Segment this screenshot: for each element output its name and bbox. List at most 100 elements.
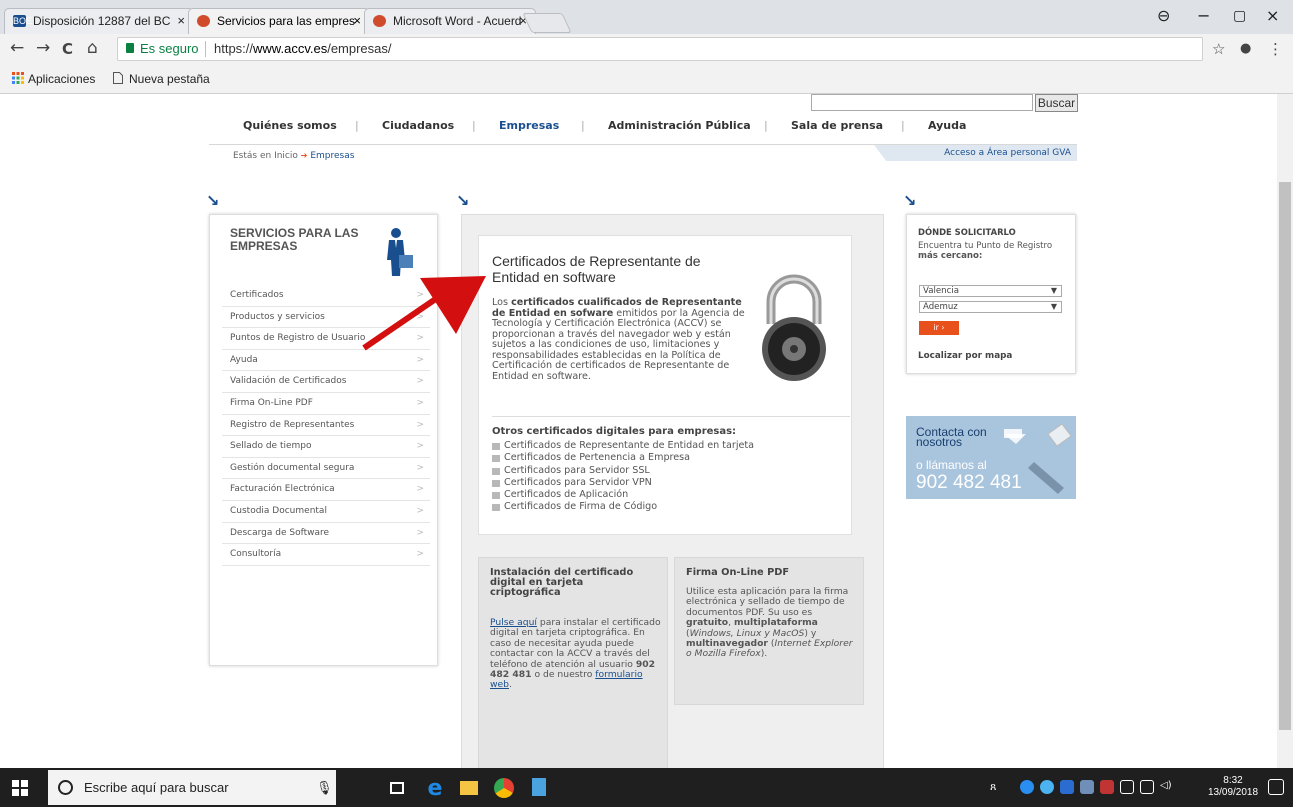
tab-close-icon[interactable]: ×	[177, 9, 185, 33]
sidebar-item-label: Puntos de Registro de Usuario	[230, 333, 366, 344]
contact-banner[interactable]: Contacta con nosotros o llámanos al 902 4…	[906, 416, 1076, 499]
accv-favicon-icon	[197, 15, 210, 27]
scrollbar-thumb[interactable]	[1279, 182, 1291, 730]
pulse-aqui-link[interactable]: Pulse aquí	[490, 617, 537, 628]
minimize-icon[interactable]: −	[1197, 6, 1210, 25]
accv-favicon-icon	[373, 15, 386, 27]
site-search-input[interactable]	[811, 94, 1033, 111]
new-tab-button[interactable]	[522, 13, 572, 33]
people-icon[interactable]: ጸ	[990, 780, 1004, 794]
gva-personal-area-link[interactable]: Acceso a Área personal GVA	[874, 145, 1077, 161]
page-title: Certificados de Representante de Entidad …	[492, 253, 701, 285]
sidebar-item-label: Consultoría	[230, 549, 282, 560]
bookmark-apps[interactable]: Aplicaciones	[12, 72, 95, 86]
tab-close-icon[interactable]: ×	[353, 9, 361, 33]
sidebar-item[interactable]: Gestión documental segura >	[222, 458, 430, 480]
other-certificate-link[interactable]: Certificados de Pertenencia a Empresa	[492, 452, 754, 464]
chrome-icon[interactable]	[494, 778, 514, 798]
menu-icon[interactable]: ⋮	[1268, 40, 1283, 58]
tray-app-icon[interactable]	[1100, 780, 1114, 794]
file-explorer-icon[interactable]	[460, 781, 478, 795]
contact-line-2: o llámanos al	[916, 458, 987, 472]
tab-word[interactable]: Microsoft Word - Acuerd ×	[364, 8, 536, 34]
sidebar-item[interactable]: Consultoría >	[222, 544, 430, 566]
sidebar-item[interactable]: Descarga de Software >	[222, 523, 430, 545]
divider	[492, 416, 850, 417]
sidebar-item[interactable]: Facturación Electrónica >	[222, 479, 430, 501]
section-arrow-icon: ↘	[903, 191, 917, 210]
main-card: Certificados de Representante de Entidad …	[478, 235, 852, 535]
tray-app-icon[interactable]	[1120, 780, 1134, 794]
sidebar-item[interactable]: Sellado de tiempo >	[222, 436, 430, 458]
tab-label: Microsoft Word - Acuerd	[393, 14, 522, 28]
go-button[interactable]: ir ›	[919, 321, 959, 335]
home-icon[interactable]: ⌂	[87, 38, 98, 58]
url-input[interactable]: Es seguro https://www.accv.es/empresas/	[117, 37, 1203, 61]
taskbar-clock[interactable]: 8:32 13/09/2018	[1208, 775, 1258, 799]
back-icon[interactable]: ←	[10, 38, 24, 58]
nav-ciudadanos[interactable]: Ciudadanos	[382, 119, 454, 132]
microphone-icon[interactable]: 🎙	[316, 770, 333, 805]
card-firma-title: Firma On-Line PDF	[686, 567, 790, 578]
section-arrow-icon: ↘	[456, 191, 470, 210]
notifications-icon[interactable]	[1268, 779, 1284, 795]
tab-label: Disposición 12887 del BC	[33, 14, 171, 28]
locate-by-map-link[interactable]: Localizar por mapa	[918, 351, 1012, 361]
taskbar-search-input[interactable]: Escribe aquí para buscar 🎙	[48, 770, 336, 805]
other-certificate-link[interactable]: Certificados para Servidor VPN	[492, 477, 754, 489]
chevron-down-icon: ▼	[1050, 302, 1057, 311]
bookmark-new-tab[interactable]: Nueva pestaña	[113, 72, 210, 86]
sidebar-item[interactable]: Firma On-Line PDF >	[222, 393, 430, 415]
profile-icon[interactable]: ⊖	[1157, 6, 1170, 25]
boe-favicon-icon: BOE	[13, 15, 33, 27]
task-view-icon[interactable]	[390, 782, 404, 794]
volume-icon[interactable]: ◁)	[1160, 780, 1174, 794]
tray-app-icon[interactable]	[1040, 780, 1054, 794]
other-certificate-link[interactable]: Certificados para Servidor SSL	[492, 465, 754, 477]
close-window-icon[interactable]: ×	[1266, 6, 1279, 25]
sidebar-item[interactable]: Registro de Representantes >	[222, 415, 430, 437]
where-to-apply-subtitle: Encuentra tu Punto de Registro más cercan…	[918, 241, 1053, 261]
other-certificate-link[interactable]: Certificados de Representante de Entidad…	[492, 440, 754, 452]
forward-icon[interactable]: →	[36, 38, 50, 58]
other-certificate-link[interactable]: Certificados de Aplicación	[492, 489, 754, 501]
page-viewport: Buscar Quiénes somos | Ciudadanos | Empr…	[0, 94, 1277, 768]
star-icon[interactable]: ☆	[1212, 40, 1225, 58]
nav-ayuda[interactable]: Ayuda	[928, 119, 966, 132]
other-certificate-link[interactable]: Certificados de Firma de Código	[492, 501, 754, 513]
breadcrumb-row: Estás en Inicio ➔ Empresas Acceso a Área…	[209, 144, 1077, 161]
search-button[interactable]: Buscar	[1035, 94, 1078, 112]
apps-grid-icon	[12, 72, 24, 84]
maximize-icon[interactable]: ▢	[1233, 8, 1246, 24]
tab-label: Servicios para las empres	[217, 14, 356, 28]
sidebar-item-label: Sellado de tiempo	[230, 441, 312, 452]
edge-icon[interactable]: e	[424, 776, 446, 801]
printer-icon[interactable]	[1080, 780, 1094, 794]
dropbox-icon[interactable]	[1060, 780, 1074, 794]
nav-sala-de-prensa[interactable]: Sala de prensa	[791, 119, 883, 132]
extension-icon[interactable]: ●	[1240, 41, 1251, 56]
card-installation-text: Pulse aquí para instalar el certificado …	[490, 617, 661, 691]
tab-servicios[interactable]: Servicios para las empres ×	[188, 8, 370, 34]
reload-icon[interactable]: C	[62, 40, 73, 58]
notepad-icon[interactable]	[532, 778, 546, 796]
windows-start-icon[interactable]	[12, 780, 28, 796]
sidebar-item[interactable]: Validación de Certificados >	[222, 371, 430, 393]
nav-empresas[interactable]: Empresas	[499, 119, 559, 132]
network-icon[interactable]	[1140, 780, 1154, 794]
contact-phone: 902 482 481	[916, 472, 1022, 493]
town-select[interactable]: Ademuz ▼	[919, 301, 1062, 313]
province-select[interactable]: Valencia ▼	[919, 285, 1062, 297]
sidebar-item-label: Descarga de Software	[230, 527, 330, 538]
tray-app-icon[interactable]	[1020, 780, 1034, 794]
sidebar-item-label: Facturación Electrónica	[230, 484, 335, 495]
chevron-down-icon: ▼	[1050, 286, 1057, 295]
sidebar-item[interactable]: Custodia Documental >	[222, 501, 430, 523]
nav-quienes-somos[interactable]: Quiénes somos	[243, 119, 337, 132]
nav-administracion-publica[interactable]: Administración Pública	[608, 119, 751, 132]
page-icon	[113, 72, 123, 84]
tab-boe[interactable]: BOE Disposición 12887 del BC ×	[4, 8, 194, 34]
nav-separator: |	[581, 119, 585, 132]
page-scrollbar[interactable]	[1277, 94, 1293, 768]
breadcrumb: Estás en Inicio ➔ Empresas	[233, 151, 355, 161]
